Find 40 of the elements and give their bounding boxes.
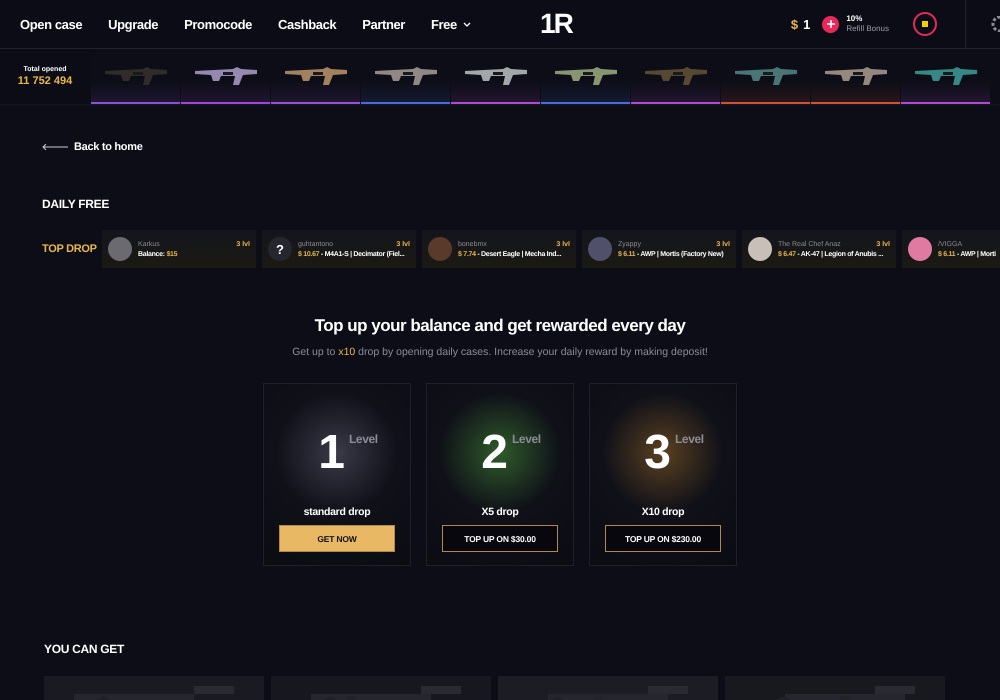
- level-number: 3: [644, 428, 671, 478]
- section-title: DAILY FREE: [42, 197, 110, 211]
- balance: $ 1: [790, 16, 810, 32]
- avatar: [748, 237, 772, 261]
- level-label: Level: [512, 432, 541, 446]
- nav-link[interactable]: Promocode: [184, 16, 252, 32]
- profile-button[interactable]: [913, 12, 937, 36]
- plus-icon: [826, 20, 835, 28]
- refill-label: Refill Bonus: [846, 24, 889, 34]
- settings-icon[interactable]: [990, 16, 1000, 32]
- avatar: [908, 237, 932, 261]
- total-opened-count: 11 752 494: [18, 75, 72, 87]
- promo-subtitle: Get up to x10 drop by opening daily cases. Increase your daily reward by making deposit!: [292, 346, 708, 358]
- level-label: Level: [349, 432, 378, 446]
- avatar-placeholder: ?: [268, 237, 292, 261]
- level-button[interactable]: TOP UP ON $30.00: [442, 525, 558, 552]
- avatar: [588, 237, 612, 261]
- level-button[interactable]: TOP UP ON $230.00: [605, 525, 721, 552]
- nav-link[interactable]: Open case: [20, 16, 82, 32]
- promo-title: Top up your balance and get rewarded every day: [314, 316, 686, 336]
- avatar: [428, 237, 452, 261]
- level-label: Level: [675, 432, 704, 446]
- add-funds-button[interactable]: [822, 16, 840, 32]
- reward-text: standard drop: [304, 506, 370, 518]
- level-button[interactable]: GET NOW: [279, 525, 395, 552]
- arrow-left-icon: [42, 144, 68, 150]
- avatar: [108, 237, 132, 261]
- nav-link[interactable]: Free: [430, 16, 471, 32]
- nav-link[interactable]: Partner: [362, 16, 405, 32]
- level-number: 1: [318, 428, 345, 478]
- refill-percent: 10%: [846, 14, 864, 24]
- back-link[interactable]: Back to home: [42, 141, 143, 153]
- level-number: 2: [481, 428, 508, 478]
- reward-text: X10 drop: [642, 506, 684, 518]
- reward-text: X5 drop: [482, 506, 518, 518]
- nav-link[interactable]: Cashback: [278, 16, 336, 32]
- top-drop-label: TOP DROP: [42, 243, 96, 255]
- section-title: YOU CAN GET: [44, 642, 124, 656]
- nav-link[interactable]: Upgrade: [108, 16, 158, 32]
- logo[interactable]: 1R: [540, 8, 580, 40]
